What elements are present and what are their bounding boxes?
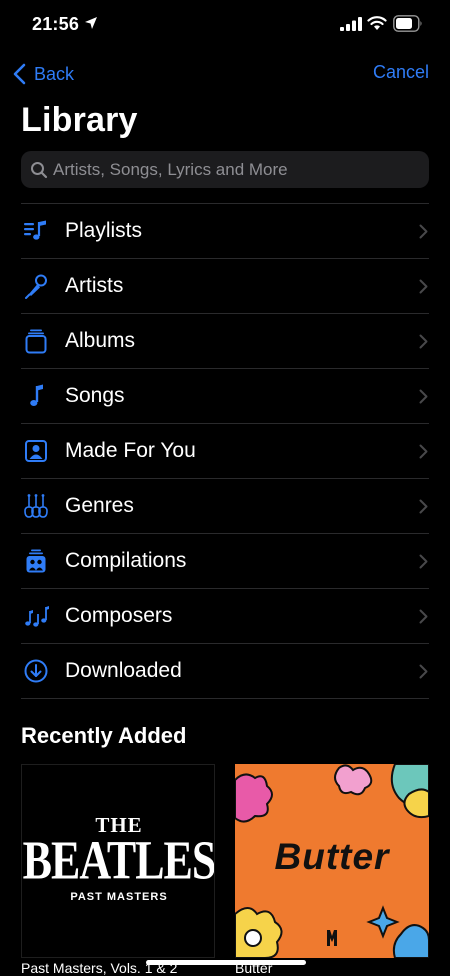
- chevron-right-icon: [419, 334, 428, 348]
- menu-item-artists[interactable]: Artists: [21, 259, 429, 314]
- back-label: Back: [34, 63, 75, 84]
- album-butter[interactable]: Butter: [235, 764, 429, 958]
- location-arrow-icon: [85, 17, 97, 29]
- album-past-masters[interactable]: THE BEATLES PAST MASTERS: [21, 764, 215, 958]
- compilation-icon: [26, 549, 46, 573]
- menu-item-label: Made For You: [65, 439, 196, 462]
- status-bar: 21:56: [0, 0, 450, 52]
- menu-item-made-for-you[interactable]: Made For You: [21, 424, 429, 479]
- chevron-right-icon: [419, 444, 428, 458]
- album-art-text: BEATLES: [22, 829, 215, 892]
- battery-icon: [393, 15, 422, 32]
- music-notes-icon: [25, 606, 49, 627]
- cellular-signal-icon: [340, 17, 362, 31]
- search-icon: [31, 161, 48, 178]
- menu-item-label: Playlists: [65, 219, 143, 242]
- wifi-icon: [367, 16, 387, 30]
- chevron-right-icon: [419, 224, 428, 238]
- menu-item-playlists[interactable]: Playlists: [21, 204, 429, 259]
- playlists-icon: [24, 220, 46, 240]
- menu-item-label: Genres: [65, 494, 134, 517]
- person-square-icon: [25, 440, 47, 462]
- menu-item-compilations[interactable]: Compilations: [21, 534, 429, 589]
- album-art-text: PAST MASTERS: [70, 891, 168, 903]
- home-indicator[interactable]: [146, 960, 306, 965]
- chevron-right-icon: [419, 389, 428, 403]
- menu-item-label: Downloaded: [65, 659, 182, 682]
- menu-item-label: Compilations: [65, 549, 187, 572]
- music-note-icon: [30, 384, 43, 406]
- menu-item-label: Artists: [65, 274, 124, 297]
- back-button[interactable]: Back: [12, 60, 74, 88]
- menu-item-label: Albums: [65, 329, 136, 352]
- chevron-right-icon: [419, 279, 428, 293]
- download-circle-icon: [24, 659, 48, 683]
- recently-added-title: Recently Added: [21, 723, 187, 748]
- chevron-right-icon: [419, 609, 428, 623]
- menu-item-downloaded[interactable]: Downloaded: [21, 644, 429, 699]
- chevron-right-icon: [419, 499, 428, 513]
- menu-item-composers[interactable]: Composers: [21, 589, 429, 644]
- guitars-icon: [24, 494, 48, 518]
- chevron-right-icon: [419, 554, 428, 568]
- chevron-left-icon: [13, 63, 26, 85]
- menu-item-label: Composers: [65, 604, 173, 627]
- status-time: 21:56: [32, 14, 80, 34]
- microphone-icon: [25, 274, 47, 299]
- library-menu: Playlists Artists Albums Songs Made For …: [21, 203, 429, 699]
- cancel-button[interactable]: Cancel: [373, 62, 429, 83]
- album-art-text: Butter: [274, 836, 390, 877]
- album-stack-icon: [25, 329, 47, 354]
- search-bar[interactable]: [21, 151, 429, 188]
- chevron-right-icon: [419, 664, 428, 678]
- menu-item-songs[interactable]: Songs: [21, 369, 429, 424]
- menu-item-genres[interactable]: Genres: [21, 479, 429, 534]
- menu-item-label: Songs: [65, 384, 125, 407]
- search-input[interactable]: [53, 159, 429, 180]
- page-title: Library: [21, 101, 138, 139]
- menu-item-albums[interactable]: Albums: [21, 314, 429, 369]
